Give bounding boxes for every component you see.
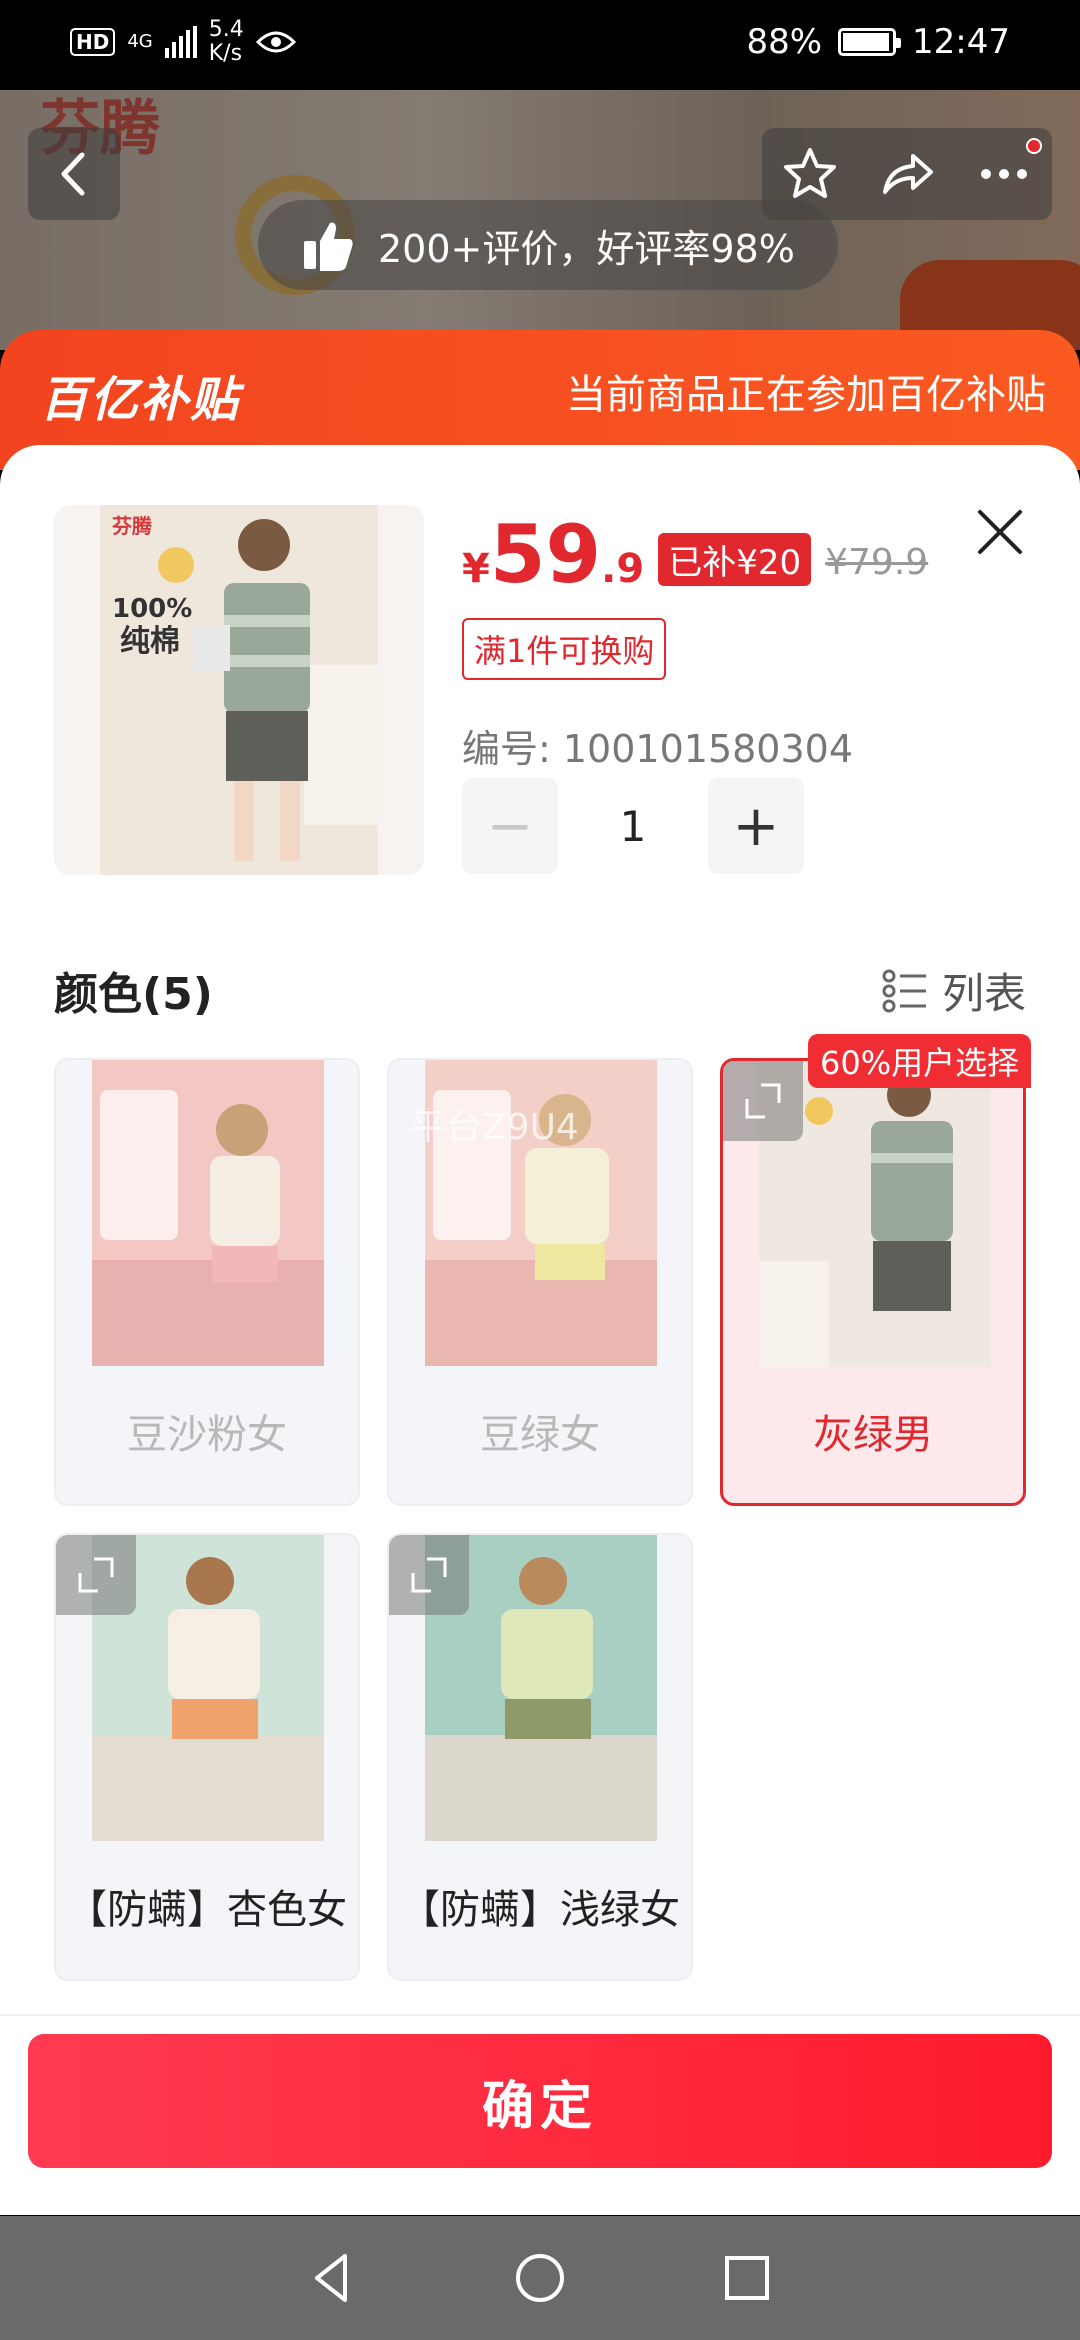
eye-icon [255, 31, 296, 53]
back-button[interactable] [28, 128, 120, 220]
list-view-toggle[interactable]: 列表 [882, 960, 1026, 1021]
variant-option-selected[interactable]: 灰绿男 [720, 1058, 1026, 1506]
battery-percent: 88% [746, 22, 823, 62]
status-right: 88% 12:47 [746, 22, 1010, 62]
price-symbol: ¥ [462, 546, 490, 592]
price-row: ¥ 59 .9 已补¥20 ¥79.9 [462, 510, 928, 600]
color-section-title: 颜色(5) [54, 969, 213, 1020]
variant-image [92, 1060, 324, 1366]
subsidy-text: 当前商品正在参加百亿补贴 [566, 372, 1046, 418]
item-code: 编号: 100101580304 [462, 727, 854, 771]
divider [0, 2014, 1080, 2016]
clock: 12:47 [912, 22, 1010, 62]
confirm-button[interactable]: 确定 [28, 2034, 1052, 2168]
variant-option[interactable]: 豆沙粉女 [54, 1058, 360, 1506]
product-image: 芬腾 100% 纯棉 [100, 505, 378, 875]
list-icon [882, 969, 926, 1012]
variant-label: 灰绿男 [813, 1412, 933, 1458]
more-icon[interactable] [976, 146, 1032, 202]
subsidy-amount-badge: 已补¥20 [658, 533, 812, 586]
decrease-button[interactable]: − [462, 778, 558, 874]
popular-choice-badge: 60%用户选择 [808, 1034, 1032, 1088]
nav-home-icon[interactable] [510, 2248, 570, 2308]
close-icon[interactable] [970, 502, 1030, 562]
variant-label: 豆沙粉女 [127, 1412, 287, 1458]
share-icon[interactable] [879, 146, 935, 202]
zoom-icon[interactable] [723, 1061, 803, 1141]
signal-icon [164, 26, 197, 58]
thumb-percent: 100% [112, 594, 192, 624]
battery-icon [838, 28, 902, 56]
thumb-brand: 芬腾 [112, 514, 153, 538]
network-type: 4G [127, 31, 153, 52]
network-speed: 5.4 K/s [209, 18, 244, 66]
watermark-text: 平台Z9U4 [410, 1107, 579, 1148]
swap-purchase-tag: 满1件可换购 [462, 618, 667, 680]
product-thumbnail[interactable]: 芬腾 100% 纯棉 [54, 505, 424, 875]
thumb-cotton: 纯棉 [120, 624, 180, 659]
zoom-icon[interactable] [389, 1535, 469, 1615]
thumbs-up-icon [304, 222, 353, 271]
variant-label: 【防螨】浅绿女 [400, 1887, 680, 1933]
notification-dot [1026, 138, 1042, 154]
variant-option[interactable]: 【防螨】浅绿女 [387, 1533, 693, 1981]
quantity-stepper: − 1 + [462, 778, 804, 874]
nav-back-icon[interactable] [303, 2248, 363, 2308]
variant-option[interactable]: 【防螨】杏色女 [54, 1533, 360, 1981]
status-left: HD 4G 5.4 K/s [70, 18, 296, 66]
hd-badge: HD [70, 28, 116, 56]
variant-label: 【防螨】杏色女 [67, 1887, 347, 1933]
rating-pill[interactable]: 200+评价，好评率98% [258, 200, 838, 290]
list-toggle-label: 列表 [941, 969, 1026, 1018]
rating-text: 200+评价，好评率98% [378, 226, 795, 271]
back-icon [61, 152, 85, 196]
system-nav-bar [0, 2216, 1080, 2340]
price-decimal: .9 [601, 546, 645, 592]
star-icon[interactable] [782, 146, 838, 202]
subsidy-logo: 百亿补贴 [40, 372, 241, 428]
speed-value: 5.4 [208, 17, 244, 42]
status-bar: HD 4G 5.4 K/s 88% 12:47 [0, 0, 1080, 90]
variant-label: 豆绿女 [480, 1412, 600, 1458]
price-integer: 59 [489, 508, 602, 601]
increase-button[interactable]: + [708, 778, 804, 874]
zoom-icon[interactable] [56, 1535, 136, 1615]
quantity-value[interactable]: 1 [558, 802, 708, 851]
original-price: ¥79.9 [825, 542, 929, 583]
speed-unit: K/s [208, 41, 243, 66]
nav-recents-icon[interactable] [717, 2248, 777, 2308]
